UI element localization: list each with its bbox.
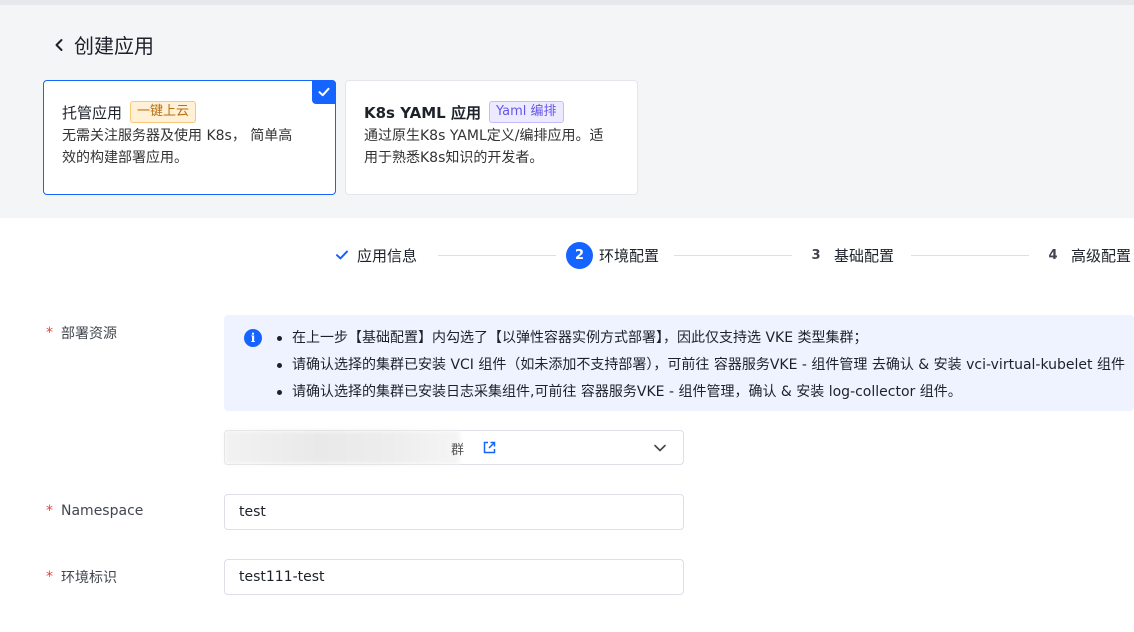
card-desc-line: 无需关注服务器及使用 K8s， 简单高 (62, 128, 293, 144)
card-managed-app[interactable]: 托管应用 一键上云 无需关注服务器及使用 K8s， 简单高 效的构建部署应用。 (43, 80, 336, 195)
card-desc-line: 用于熟悉K8s知识的开发者。 (364, 150, 544, 166)
step-connector (438, 255, 556, 256)
card-title: K8s YAML 应用 (364, 103, 481, 122)
namespace-label: * Namespace (46, 503, 144, 519)
step-1[interactable]: 应用信息 (335, 241, 417, 269)
page-title: 创建应用 (74, 34, 154, 58)
step-number: 3 (811, 247, 821, 263)
env-tag-label: * 环境标识 (46, 569, 117, 586)
info-item: 请确认选择的集群已安装日志采集组件,可前往 容器服务VKE - 组件管理，确认 … (276, 379, 1125, 406)
select-value-suffix: 群 (451, 443, 465, 458)
step-2[interactable]: 2 环境配置 (566, 241, 659, 269)
step-number: 4 (1048, 247, 1058, 263)
step-connector (911, 255, 1029, 256)
info-icon: i (244, 329, 262, 347)
step-3[interactable]: 3 基础配置 (808, 241, 894, 269)
info-list: 在上一步【基础配置】内勾选了【以弹性容器实例方式部署】，因此仅支持选 VKE 类… (276, 325, 1125, 406)
redacted-value (225, 431, 460, 464)
check-icon (336, 250, 348, 260)
step-label: 基础配置 (834, 246, 895, 265)
required-mark: * (46, 503, 53, 519)
info-item: 请确认选择的集群已安装 VCI 组件（如未添加不支持部署），可前往 容器服务VK… (276, 352, 1125, 379)
required-mark: * (46, 569, 53, 585)
info-item: 在上一步【基础配置】内勾选了【以弹性容器实例方式部署】，因此仅支持选 VKE 类… (276, 325, 1125, 352)
step-number: 2 (566, 241, 593, 269)
step-label: 环境配置 (599, 246, 660, 265)
info-alert: i 在上一步【基础配置】内勾选了【以弹性容器实例方式部署】，因此仅支持选 VKE… (224, 315, 1134, 411)
card-title: 托管应用 (62, 103, 123, 122)
step-4[interactable]: 4 高级配置 (1045, 241, 1131, 269)
cluster-select[interactable]: 群 (224, 430, 684, 465)
env-tag-input[interactable] (224, 559, 684, 595)
chevron-left-icon (55, 38, 63, 51)
step-label: 高级配置 (1071, 246, 1132, 265)
chevron-down-icon (654, 444, 666, 452)
selected-check-icon (312, 80, 336, 104)
deploy-resource-label: * 部署资源 (46, 325, 117, 342)
back-button[interactable]: 创建应用 (52, 30, 154, 59)
card-desc-line: 效的构建部署应用。 (62, 150, 188, 166)
required-mark: * (46, 325, 53, 341)
card-tag: Yaml 编排 (488, 101, 564, 123)
step-connector (674, 255, 792, 256)
card-desc-line: 通过原生K8s YAML定义/编排应用。适 (364, 128, 604, 144)
card-tag: 一键上云 (130, 101, 197, 123)
stepper: 应用信息 2 环境配置 3 基础配置 4 高级配置 (0, 241, 1134, 269)
namespace-input[interactable] (224, 494, 684, 530)
card-k8s-yaml-app[interactable]: K8s YAML 应用 Yaml 编排 通过原生K8s YAML定义/编排应用。… (345, 80, 638, 195)
external-link-icon[interactable] (482, 440, 497, 455)
step-label: 应用信息 (357, 246, 418, 265)
